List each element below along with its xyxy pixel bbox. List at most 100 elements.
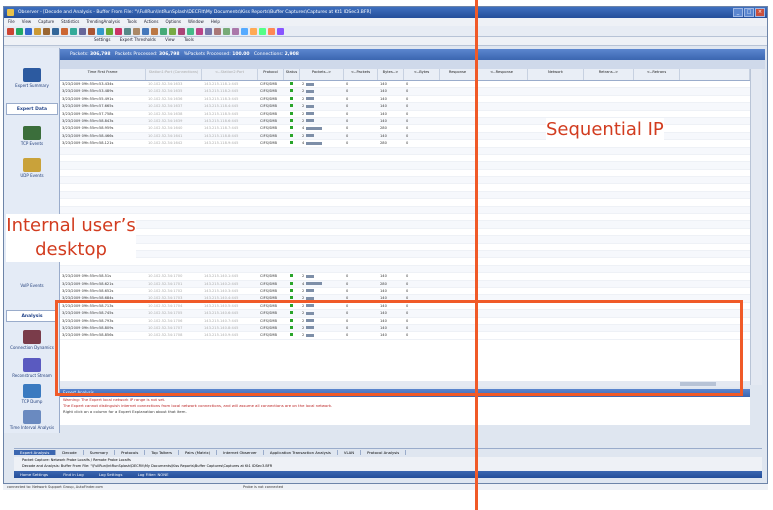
- toolbar-tool-icon[interactable]: [43, 28, 50, 35]
- column-header[interactable]: Network: [528, 69, 584, 80]
- log-settings-button[interactable]: Log Settings: [99, 472, 123, 477]
- menu-item[interactable]: Tools: [127, 18, 137, 26]
- table-row[interactable]: [60, 244, 750, 251]
- table-row[interactable]: 3/23/2009 09h:55m:58.652s 10.102.52.34:17…: [60, 288, 750, 296]
- bottom-tab[interactable]: VLAN: [337, 450, 362, 455]
- toolbar-tool-icon[interactable]: [196, 28, 203, 35]
- menu-item[interactable]: File: [8, 18, 15, 26]
- toolbar-tool-icon[interactable]: [160, 28, 167, 35]
- toolbar-tool-icon[interactable]: [232, 28, 239, 35]
- table-row[interactable]: 3/23/2009 09h:55m:55.491s 10.102.52.34:16…: [60, 96, 750, 104]
- sidebar-header-expert-data[interactable]: Expert Data: [6, 103, 58, 115]
- table-row[interactable]: [60, 184, 750, 192]
- table-row[interactable]: 3/23/2009 09h:55m:53.489s 10.102.52.34:16…: [60, 88, 750, 96]
- sidebar-item-voip-events[interactable]: VoIP Events: [7, 283, 57, 288]
- bottom-tab[interactable]: Internet Observer: [217, 450, 264, 455]
- table-row[interactable]: [60, 206, 750, 215]
- table-row[interactable]: [60, 250, 750, 259]
- sidebar-header-analysis[interactable]: Analysis: [6, 310, 58, 322]
- table-row[interactable]: [60, 147, 750, 155]
- toolbar-tool-icon[interactable]: [70, 28, 77, 35]
- table-row[interactable]: [60, 191, 750, 200]
- table-row[interactable]: [60, 177, 750, 185]
- settings-button[interactable]: Settings: [94, 37, 110, 42]
- menu-item[interactable]: Help: [211, 18, 220, 26]
- table-row[interactable]: [60, 258, 750, 266]
- column-header[interactable]: Bytes-->: [378, 69, 404, 80]
- toolbar-tool-icon[interactable]: [106, 28, 113, 35]
- sidebar-item-expert-summary[interactable]: Expert Summary: [7, 68, 57, 88]
- column-header[interactable]: Packets-->: [300, 69, 344, 80]
- bottom-tab[interactable]: Expert Analysis: [14, 450, 57, 455]
- toolbar-tool-icon[interactable]: [214, 28, 221, 35]
- table-row[interactable]: [60, 265, 750, 274]
- toolbar-tool-icon[interactable]: [187, 28, 194, 35]
- sidebar-item-reconstruct-stream[interactable]: Reconstruct Stream: [7, 358, 57, 378]
- sidebar-item-connection-dynamics[interactable]: Connection Dynamics: [7, 330, 57, 350]
- column-header[interactable]: Status: [284, 69, 300, 80]
- table-row[interactable]: [60, 199, 750, 207]
- toolbar-tool-icon[interactable]: [79, 28, 86, 35]
- bottom-tab[interactable]: Summary: [83, 450, 116, 455]
- column-header[interactable]: <--Retrans: [634, 69, 680, 80]
- toolbar-tool-icon[interactable]: [205, 28, 212, 35]
- toolbar-tool-icon[interactable]: [241, 28, 248, 35]
- sidebar-item-time-interval[interactable]: Time Interval Analysis: [7, 410, 57, 430]
- toolbar-tool-icon[interactable]: [178, 28, 185, 35]
- expert-thresholds-button[interactable]: Expert Thresholds: [120, 37, 156, 42]
- bottom-tab[interactable]: Protocol Analysis: [361, 450, 407, 455]
- column-header[interactable]: <--Station2:Port: [202, 69, 258, 80]
- toolbar-tool-icon[interactable]: [250, 28, 257, 35]
- menu-item[interactable]: View: [22, 18, 32, 26]
- tools-menu[interactable]: Tools: [184, 37, 194, 42]
- toolbar-tool-icon[interactable]: [52, 28, 59, 35]
- menu-item[interactable]: Options: [166, 18, 181, 26]
- toolbar-tool-icon[interactable]: [7, 28, 14, 35]
- toolbar-tool-icon[interactable]: [133, 28, 140, 35]
- toolbar-tool-icon[interactable]: [115, 28, 122, 35]
- table-row[interactable]: [60, 214, 750, 222]
- toolbar-tool-icon[interactable]: [97, 28, 104, 35]
- bottom-tab[interactable]: Application Transaction Analysis: [263, 450, 338, 455]
- table-row[interactable]: [60, 236, 750, 244]
- home-settings-button[interactable]: Home Settings: [20, 472, 48, 477]
- bottom-tab[interactable]: Top Talkers: [145, 450, 179, 455]
- table-row[interactable]: [60, 155, 750, 163]
- toolbar-tool-icon[interactable]: [124, 28, 131, 35]
- sidebar-item-tcp-dump[interactable]: TCP Dump: [7, 384, 57, 404]
- menu-item[interactable]: Window: [188, 18, 204, 26]
- maximize-icon[interactable]: □: [744, 8, 754, 17]
- toolbar-tool-icon[interactable]: [142, 28, 149, 35]
- table-row[interactable]: 3/23/2009 09h:55m:57.758s 10.102.52.34:16…: [60, 111, 750, 118]
- column-header[interactable]: Time First Frame: [60, 69, 146, 80]
- sidebar-item-tcp-events[interactable]: TCP Events: [7, 126, 57, 146]
- toolbar-tool-icon[interactable]: [25, 28, 32, 35]
- column-header[interactable]: Retrans-->: [584, 69, 634, 80]
- toolbar-tool-icon[interactable]: [268, 28, 275, 35]
- menu-item[interactable]: Capture: [38, 18, 54, 26]
- menu-item[interactable]: Actions: [144, 18, 159, 26]
- toolbar-tool-icon[interactable]: [169, 28, 176, 35]
- table-row[interactable]: [60, 229, 750, 237]
- toolbar-tool-icon[interactable]: [151, 28, 158, 35]
- toolbar-tool-icon[interactable]: [61, 28, 68, 35]
- view-menu[interactable]: View: [165, 37, 175, 42]
- doc-tab-decode[interactable]: Decode and Analysis: Buffer From File: "…: [22, 463, 762, 469]
- sidebar-item-udp-events[interactable]: UDP Events: [7, 158, 57, 178]
- table-row[interactable]: 3/23/2009 09h:55m:53.434s 10.102.52.34:16…: [60, 81, 750, 89]
- vertical-scrollbar[interactable]: [750, 69, 762, 385]
- column-header[interactable]: <--Response: [476, 69, 528, 80]
- toolbar-tool-icon[interactable]: [16, 28, 23, 35]
- toolbar-tool-icon[interactable]: [277, 28, 284, 35]
- minimize-icon[interactable]: _: [733, 8, 743, 17]
- column-header[interactable]: <--Bytes: [404, 69, 440, 80]
- toolbar-tool-icon[interactable]: [88, 28, 95, 35]
- find-in-log-button[interactable]: Find in Log: [63, 472, 83, 477]
- table-row[interactable]: [60, 162, 750, 170]
- table-row[interactable]: 3/23/2009 09h:55m:58.51s 10.102.52.34:170…: [60, 273, 750, 281]
- table-row[interactable]: 3/23/2009 09h:55m:58.621s 10.102.52.34:17…: [60, 280, 750, 288]
- toolbar-tool-icon[interactable]: [223, 28, 230, 35]
- bottom-tab[interactable]: Decode: [56, 450, 84, 455]
- toolbar-tool-icon[interactable]: [34, 28, 41, 35]
- bottom-tab[interactable]: Pairs (Matrix): [178, 450, 218, 455]
